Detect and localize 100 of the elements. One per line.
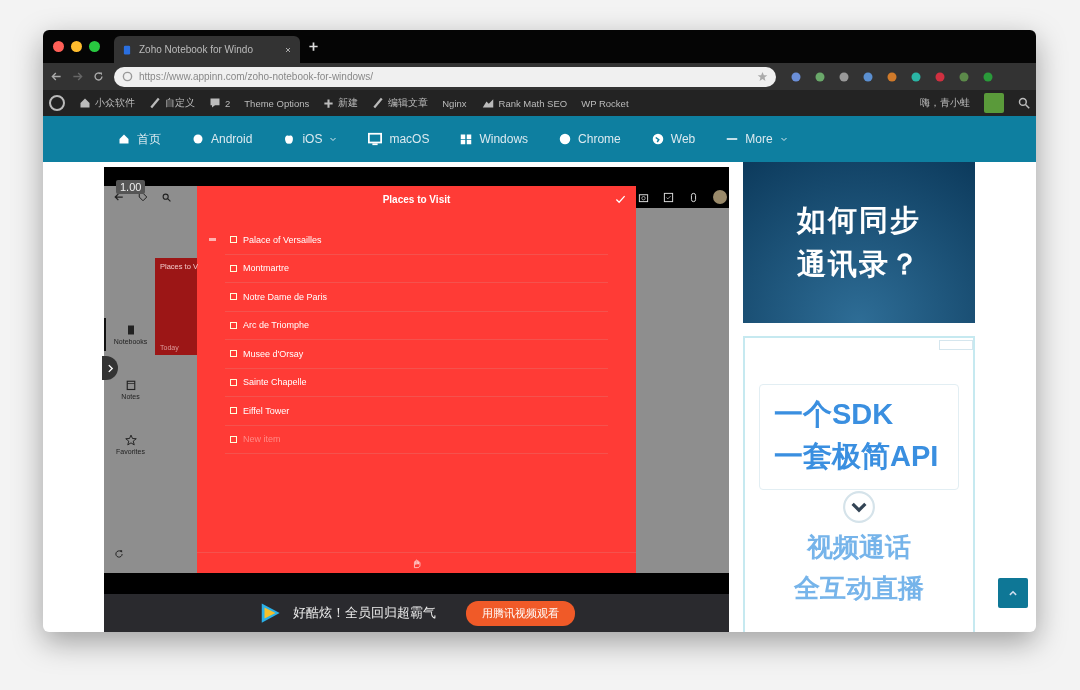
extension-icon[interactable] (814, 70, 826, 83)
checkbox[interactable] (230, 321, 237, 329)
admin-bar-item[interactable]: Rank Math SEO (480, 97, 568, 109)
ad-banner[interactable]: 如何同步 通讯录？ (743, 162, 975, 323)
search-icon[interactable] (1018, 97, 1030, 109)
note-icon (124, 379, 137, 391)
browser-tab[interactable]: Zoho Notebook for Windo (114, 36, 300, 63)
windows-icon (460, 133, 473, 145)
caret-icon (329, 135, 338, 143)
checkbox[interactable] (230, 293, 237, 301)
home-icon (118, 133, 130, 145)
chevron-down-icon (842, 490, 876, 524)
admin-bar-item[interactable]: 2 (209, 97, 231, 109)
checkbox[interactable] (230, 378, 237, 386)
tab-title: Zoho Notebook for Windo (139, 44, 254, 55)
back-icon[interactable] (114, 192, 124, 202)
forward-icon[interactable] (72, 71, 83, 82)
camera-icon[interactable] (638, 191, 649, 203)
chart-icon (480, 97, 495, 109)
sync-icon[interactable] (114, 549, 124, 559)
extension-icon[interactable] (862, 70, 874, 83)
back-icon[interactable] (51, 71, 62, 82)
checklist-item: Sainte Chapelle (243, 377, 307, 388)
admin-bar-item[interactable]: 新建 (323, 96, 359, 110)
check-icon[interactable] (615, 194, 626, 205)
nav-link[interactable]: Web (651, 132, 696, 146)
caret-icon (779, 135, 788, 143)
extension-icon[interactable] (982, 70, 994, 83)
admin-bar-item[interactable]: 小众软件 (79, 96, 135, 110)
extension-icon[interactable] (910, 70, 922, 83)
drag-handle[interactable] (209, 238, 216, 241)
window-control-button[interactable] (71, 41, 82, 52)
star-icon[interactable] (757, 71, 768, 82)
admin-bar-item[interactable]: Nginx (442, 97, 467, 109)
nav-link[interactable]: More (726, 132, 788, 146)
apple-icon (283, 133, 296, 145)
nav-link[interactable]: Windows (460, 132, 529, 146)
ad-headline: 如何同步 (797, 202, 921, 238)
avatar[interactable] (713, 190, 727, 204)
nav-link[interactable]: iOS (283, 132, 338, 146)
nav-link[interactable]: 首页 (118, 130, 161, 148)
admin-bar-item[interactable]: 编辑文章 (372, 96, 429, 110)
checklist-item: Eiffel Tower (243, 405, 290, 416)
checkbox[interactable] (230, 350, 237, 358)
admin-bar-item[interactable]: 自定义 (149, 96, 195, 110)
ad-headline: 通讯录？ (797, 246, 921, 282)
watch-button[interactable]: 用腾讯视频观看 (465, 600, 575, 626)
checklist-item: Musee d'Orsay (243, 348, 304, 359)
ad-banner[interactable]: 一个SDK 一套极简API 视频通话 全互动直播 (743, 336, 975, 632)
ad-headline: 一套极简API (774, 439, 940, 474)
checkbox-icon[interactable] (663, 191, 674, 203)
window-control-button[interactable] (89, 41, 100, 52)
new-item-field[interactable]: New item (243, 434, 443, 445)
plus-icon[interactable] (308, 40, 319, 52)
comment-icon (209, 97, 221, 109)
extension-icon[interactable] (838, 70, 850, 83)
admin-bar-item[interactable]: Theme Options (244, 97, 310, 109)
star-icon (124, 434, 137, 446)
circle-icon (559, 133, 572, 145)
playback-speed: 1.00 (116, 180, 146, 194)
address-bar[interactable]: https://www.appinn.com/zoho-notebook-for-windows/ (114, 66, 776, 87)
extension-icon[interactable] (934, 70, 946, 83)
checkbox[interactable] (230, 264, 237, 272)
window-control-button[interactable] (53, 41, 64, 52)
home-icon (79, 97, 91, 109)
pen-icon (372, 97, 385, 109)
checklist-item: Montmartre (243, 263, 289, 274)
extension-icon[interactable] (886, 70, 898, 83)
monitor-icon (368, 132, 383, 146)
paperclip-icon[interactable] (688, 191, 699, 203)
expand-button[interactable] (102, 356, 118, 380)
close-icon[interactable] (284, 45, 292, 54)
plus-icon (323, 97, 335, 109)
ad-headline: 一个SDK (774, 397, 895, 432)
tag-icon[interactable] (138, 192, 148, 202)
square-icon (230, 435, 237, 443)
globe-icon (651, 133, 664, 145)
note-title: Places to Visit (382, 193, 451, 205)
greeting-text[interactable]: 嗨，青小蛙 (920, 96, 970, 110)
chevron-icon (105, 363, 115, 373)
admin-bar-item[interactable]: WP Rocket (581, 97, 629, 109)
reload-icon[interactable] (93, 71, 104, 82)
info-icon (122, 71, 133, 82)
promo-text: 好酷炫！全员回归超霸气 (292, 604, 436, 622)
checklist-item: Notre Dame de Paris (243, 291, 328, 302)
checkbox[interactable] (230, 236, 237, 244)
checkbox[interactable] (230, 407, 237, 415)
nav-link[interactable]: macOS (368, 132, 430, 146)
extension-icon[interactable] (790, 70, 802, 83)
checklist-item: Palace of Versailles (243, 234, 322, 245)
checklist-item: Arc de Triomphe (243, 320, 310, 331)
chevron-up-icon (1008, 588, 1018, 598)
ad-subline: 全互动直播 (794, 572, 924, 605)
ad-subline: 视频通话 (807, 531, 911, 564)
extension-icon[interactable] (958, 70, 970, 83)
search-icon[interactable] (162, 192, 171, 202)
nav-link[interactable]: Chrome (559, 132, 621, 146)
pen-icon (149, 97, 161, 109)
nav-link[interactable]: Android (192, 132, 253, 146)
hand-icon[interactable] (411, 557, 422, 569)
